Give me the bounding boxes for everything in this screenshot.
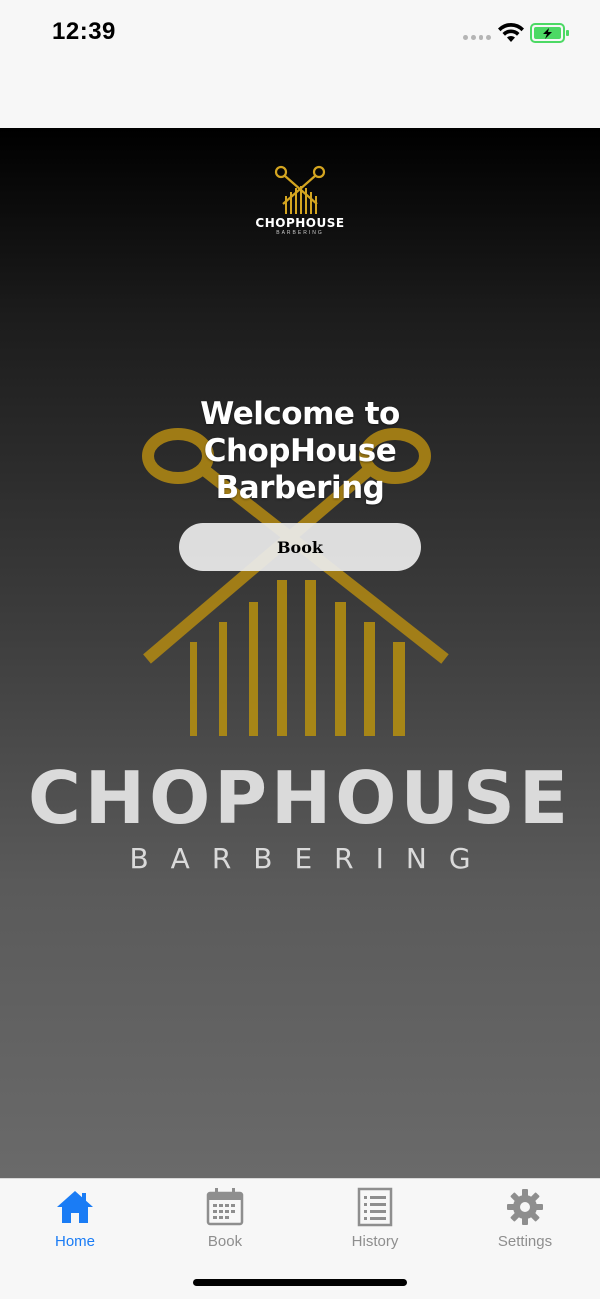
tab-home[interactable]: Home [15, 1187, 135, 1251]
home-indicator[interactable] [193, 1279, 407, 1286]
gear-icon [507, 1189, 543, 1225]
wifi-icon [498, 22, 524, 42]
tab-book[interactable]: Book [165, 1187, 285, 1251]
tab-settings-label: Settings [497, 1233, 553, 1250]
house-icon [57, 1191, 93, 1223]
tab-bar: Home Book History Settings [0, 1178, 600, 1299]
tab-history-label: History [351, 1233, 399, 1250]
battery-icon [530, 23, 569, 43]
small-logo-subtitle: BARBERING [276, 230, 324, 236]
tab-book-label: Book [207, 1233, 243, 1250]
tab-home-label: Home [54, 1233, 95, 1250]
home-hero: CHOPHOUSE BARBERING CHOPHOUSE BARBERING … [0, 128, 600, 1178]
list-icon [357, 1187, 393, 1227]
calendar-icon [206, 1188, 244, 1226]
status-bar: 12:39 [0, 0, 600, 128]
book-button[interactable]: Book [179, 523, 421, 571]
large-brand-name: CHOPHOUSE [27, 756, 573, 840]
status-time: 12:39 [52, 18, 116, 45]
large-brand-subtitle: BARBERING [129, 842, 493, 875]
small-logo-name: CHOPHOUSE [255, 216, 345, 230]
welcome-heading: Welcome to ChopHouse Barbering [200, 396, 400, 506]
tab-history[interactable]: History [315, 1187, 435, 1251]
cellular-signal-icon [463, 35, 491, 41]
tab-settings[interactable]: Settings [465, 1187, 585, 1251]
